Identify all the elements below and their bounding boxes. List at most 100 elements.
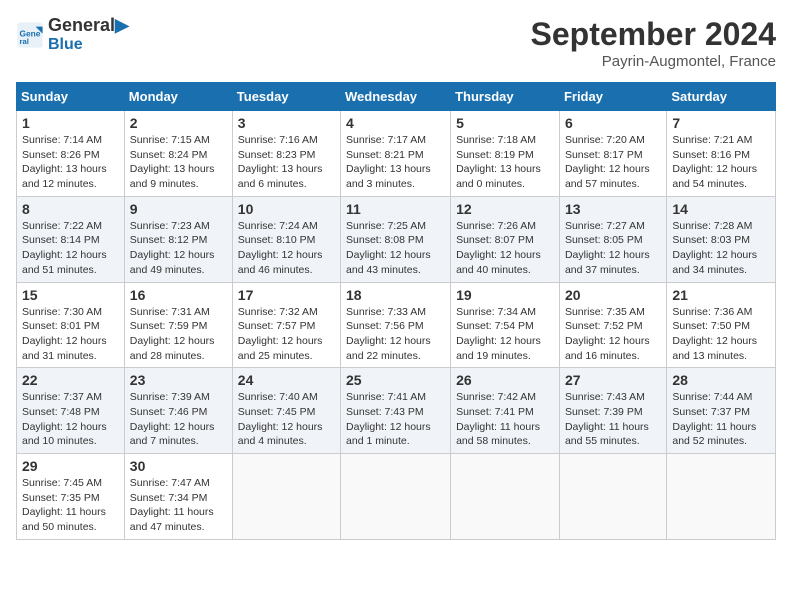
day-info: Sunrise: 7:21 AM Sunset: 8:16 PM Dayligh… <box>672 133 770 192</box>
calendar-cell: 29 Sunrise: 7:45 AM Sunset: 7:35 PM Dayli… <box>17 454 125 540</box>
calendar-cell <box>451 454 560 540</box>
svg-text:ral: ral <box>20 37 29 46</box>
day-info: Sunrise: 7:16 AM Sunset: 8:23 PM Dayligh… <box>238 133 335 192</box>
day-number: 27 <box>565 372 661 388</box>
calendar-cell: 14Sunrise: 7:28 AM Sunset: 8:03 PM Dayli… <box>667 196 776 282</box>
day-info: Sunrise: 7:28 AM Sunset: 8:03 PM Dayligh… <box>672 219 770 278</box>
day-number: 1 <box>22 115 119 131</box>
calendar-cell <box>559 454 666 540</box>
day-header-tuesday: Tuesday <box>232 83 340 111</box>
day-info: Sunrise: 7:42 AM Sunset: 7:41 PM Dayligh… <box>456 390 554 449</box>
day-number: 7 <box>672 115 770 131</box>
calendar-cell: 23 Sunrise: 7:39 AM Sunset: 7:46 PM Dayli… <box>124 368 232 454</box>
day-info: Sunrise: 7:31 AM Sunset: 7:59 PM Dayligh… <box>130 305 227 364</box>
day-info: Sunrise: 7:37 AM Sunset: 7:48 PM Dayligh… <box>22 390 119 449</box>
calendar-week-5: 29 Sunrise: 7:45 AM Sunset: 7:35 PM Dayli… <box>17 454 776 540</box>
day-number: 10 <box>238 201 335 217</box>
day-number: 11 <box>346 201 445 217</box>
day-number: 20 <box>565 287 661 303</box>
day-header-wednesday: Wednesday <box>341 83 451 111</box>
calendar-cell: 12 Sunrise: 7:26 AM Sunset: 8:07 PM Dayli… <box>451 196 560 282</box>
day-number: 28 <box>672 372 770 388</box>
calendar-cell: 17 Sunrise: 7:32 AM Sunset: 7:57 PM Dayli… <box>232 282 340 368</box>
day-info: Sunrise: 7:35 AM Sunset: 7:52 PM Dayligh… <box>565 305 661 364</box>
day-info: Sunrise: 7:20 AM Sunset: 8:17 PM Dayligh… <box>565 133 661 192</box>
title-block: September 2024 Payrin-Augmontel, France <box>531 16 776 70</box>
location-title: Payrin-Augmontel, France <box>531 53 776 70</box>
day-header-thursday: Thursday <box>451 83 560 111</box>
calendar-cell <box>667 454 776 540</box>
calendar-cell: 28Sunrise: 7:44 AM Sunset: 7:37 PM Dayli… <box>667 368 776 454</box>
day-info: Sunrise: 7:15 AM Sunset: 8:24 PM Dayligh… <box>130 133 227 192</box>
day-info: Sunrise: 7:24 AM Sunset: 8:10 PM Dayligh… <box>238 219 335 278</box>
day-number: 17 <box>238 287 335 303</box>
day-info: Sunrise: 7:17 AM Sunset: 8:21 PM Dayligh… <box>346 133 445 192</box>
calendar-cell: 11 Sunrise: 7:25 AM Sunset: 8:08 PM Dayli… <box>341 196 451 282</box>
day-number: 18 <box>346 287 445 303</box>
calendar-cell: 20 Sunrise: 7:35 AM Sunset: 7:52 PM Dayli… <box>559 282 666 368</box>
day-header-saturday: Saturday <box>667 83 776 111</box>
logo-icon: Gene ral <box>16 21 44 49</box>
day-info: Sunrise: 7:47 AM Sunset: 7:34 PM Dayligh… <box>130 476 227 535</box>
day-number: 6 <box>565 115 661 131</box>
calendar-cell: 19 Sunrise: 7:34 AM Sunset: 7:54 PM Dayli… <box>451 282 560 368</box>
calendar-cell: 5 Sunrise: 7:18 AM Sunset: 8:19 PM Daylig… <box>451 111 560 197</box>
day-info: Sunrise: 7:25 AM Sunset: 8:08 PM Dayligh… <box>346 219 445 278</box>
day-info: Sunrise: 7:39 AM Sunset: 7:46 PM Dayligh… <box>130 390 227 449</box>
day-info: Sunrise: 7:33 AM Sunset: 7:56 PM Dayligh… <box>346 305 445 364</box>
day-number: 9 <box>130 201 227 217</box>
day-number: 12 <box>456 201 554 217</box>
calendar-cell: 21 Sunrise: 7:36 AM Sunset: 7:50 PM Dayli… <box>667 282 776 368</box>
day-number: 19 <box>456 287 554 303</box>
day-info: Sunrise: 7:26 AM Sunset: 8:07 PM Dayligh… <box>456 219 554 278</box>
day-info: Sunrise: 7:45 AM Sunset: 7:35 PM Dayligh… <box>22 476 119 535</box>
day-header-monday: Monday <box>124 83 232 111</box>
day-info: Sunrise: 7:22 AM Sunset: 8:14 PM Dayligh… <box>22 219 119 278</box>
day-number: 3 <box>238 115 335 131</box>
calendar-cell: 3 Sunrise: 7:16 AM Sunset: 8:23 PM Daylig… <box>232 111 340 197</box>
logo: Gene ral General ▶ Blue <box>16 16 129 53</box>
calendar-cell: 16Sunrise: 7:31 AM Sunset: 7:59 PM Dayli… <box>124 282 232 368</box>
day-number: 25 <box>346 372 445 388</box>
day-number: 22 <box>22 372 119 388</box>
day-number: 2 <box>130 115 227 131</box>
day-info: Sunrise: 7:41 AM Sunset: 7:43 PM Dayligh… <box>346 390 445 449</box>
day-info: Sunrise: 7:34 AM Sunset: 7:54 PM Dayligh… <box>456 305 554 364</box>
calendar-cell: 4 Sunrise: 7:17 AM Sunset: 8:21 PM Daylig… <box>341 111 451 197</box>
day-info: Sunrise: 7:18 AM Sunset: 8:19 PM Dayligh… <box>456 133 554 192</box>
day-header-sunday: Sunday <box>17 83 125 111</box>
day-number: 15 <box>22 287 119 303</box>
day-number: 13 <box>565 201 661 217</box>
logo-icon-arrow: ▶ <box>115 16 129 36</box>
calendar-cell: 7 Sunrise: 7:21 AM Sunset: 8:16 PM Daylig… <box>667 111 776 197</box>
calendar-cell: 15Sunrise: 7:30 AM Sunset: 8:01 PM Dayli… <box>17 282 125 368</box>
calendar-cell <box>232 454 340 540</box>
day-info: Sunrise: 7:36 AM Sunset: 7:50 PM Dayligh… <box>672 305 770 364</box>
day-number: 4 <box>346 115 445 131</box>
day-info: Sunrise: 7:40 AM Sunset: 7:45 PM Dayligh… <box>238 390 335 449</box>
calendar-cell: 27 Sunrise: 7:43 AM Sunset: 7:39 PM Dayli… <box>559 368 666 454</box>
day-number: 23 <box>130 372 227 388</box>
day-info: Sunrise: 7:27 AM Sunset: 8:05 PM Dayligh… <box>565 219 661 278</box>
calendar-cell: 10 Sunrise: 7:24 AM Sunset: 8:10 PM Dayli… <box>232 196 340 282</box>
calendar-cell: 24 Sunrise: 7:40 AM Sunset: 7:45 PM Dayli… <box>232 368 340 454</box>
day-number: 30 <box>130 458 227 474</box>
day-info: Sunrise: 7:14 AM Sunset: 8:26 PM Dayligh… <box>22 133 119 192</box>
day-number: 29 <box>22 458 119 474</box>
calendar-week-4: 22 Sunrise: 7:37 AM Sunset: 7:48 PM Dayli… <box>17 368 776 454</box>
day-info: Sunrise: 7:32 AM Sunset: 7:57 PM Dayligh… <box>238 305 335 364</box>
day-number: 5 <box>456 115 554 131</box>
calendar-cell: 2 Sunrise: 7:15 AM Sunset: 8:24 PM Daylig… <box>124 111 232 197</box>
calendar-cell: 22 Sunrise: 7:37 AM Sunset: 7:48 PM Dayli… <box>17 368 125 454</box>
day-info: Sunrise: 7:43 AM Sunset: 7:39 PM Dayligh… <box>565 390 661 449</box>
calendar-cell: 26Sunrise: 7:42 AM Sunset: 7:41 PM Dayli… <box>451 368 560 454</box>
logo-text-line2: Blue <box>48 36 129 54</box>
day-number: 8 <box>22 201 119 217</box>
calendar-cell: 25 Sunrise: 7:41 AM Sunset: 7:43 PM Dayli… <box>341 368 451 454</box>
day-number: 24 <box>238 372 335 388</box>
day-info: Sunrise: 7:23 AM Sunset: 8:12 PM Dayligh… <box>130 219 227 278</box>
day-number: 21 <box>672 287 770 303</box>
calendar-week-3: 15Sunrise: 7:30 AM Sunset: 8:01 PM Dayli… <box>17 282 776 368</box>
calendar-header-row: SundayMondayTuesdayWednesdayThursdayFrid… <box>17 83 776 111</box>
calendar-cell: 30 Sunrise: 7:47 AM Sunset: 7:34 PM Dayli… <box>124 454 232 540</box>
